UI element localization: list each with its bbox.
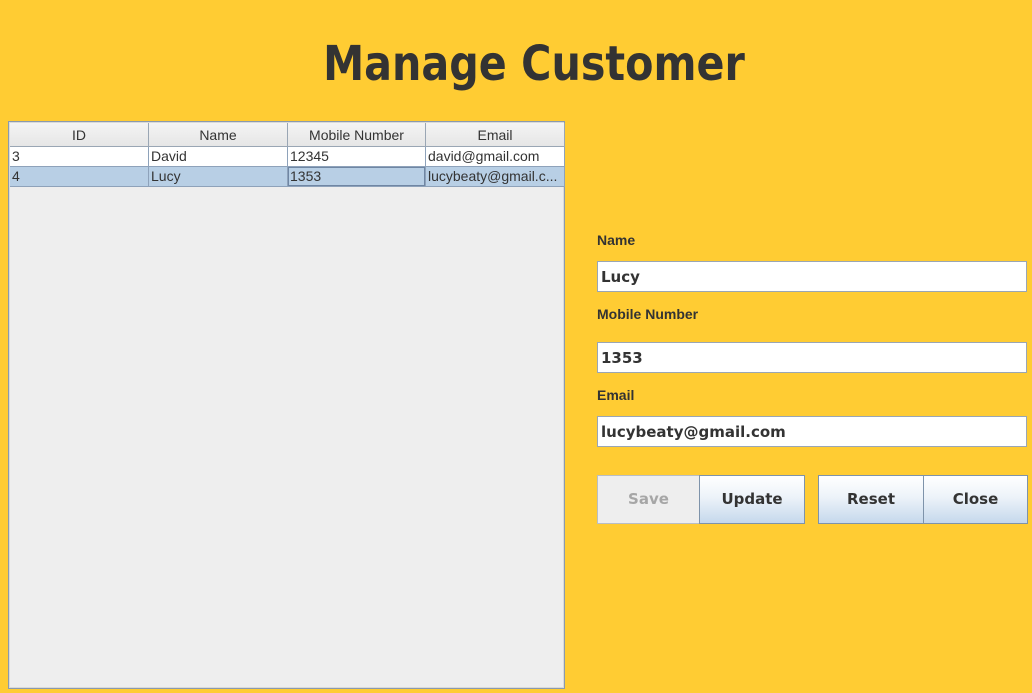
table-header: ID Name Mobile Number Email [10, 123, 565, 147]
email-field[interactable] [597, 416, 1027, 447]
email-label: Email [597, 387, 635, 403]
reset-button[interactable]: Reset [818, 475, 924, 524]
column-header-name[interactable]: Name [149, 123, 288, 147]
cell-email[interactable]: lucybeaty@gmail.c... [426, 167, 565, 187]
table-row-selected[interactable]: 4 Lucy 1353 lucybeaty@gmail.c... [10, 167, 565, 187]
cell-name[interactable]: David [149, 147, 288, 167]
cell-email[interactable]: david@gmail.com [426, 147, 565, 167]
column-header-mobile-number[interactable]: Mobile Number [288, 123, 426, 147]
table-body: 3 David 12345 david@gmail.com 4 Lucy 135… [10, 147, 565, 187]
update-button[interactable]: Update [699, 475, 805, 524]
cell-mobile-number[interactable]: 1353 [288, 167, 426, 187]
mobile-number-label: Mobile Number [597, 306, 699, 322]
column-header-id[interactable]: ID [10, 123, 149, 147]
cell-mobile-number[interactable]: 12345 [288, 147, 426, 167]
table-row[interactable]: 3 David 12345 david@gmail.com [10, 147, 565, 167]
cell-name[interactable]: Lucy [149, 167, 288, 187]
customer-table[interactable]: ID Name Mobile Number Email 3 David 1234… [8, 121, 565, 689]
close-button[interactable]: Close [923, 475, 1028, 524]
name-field[interactable] [597, 261, 1027, 292]
column-header-email[interactable]: Email [426, 123, 565, 147]
cell-id[interactable]: 4 [10, 167, 149, 187]
page-title: Manage Customer [323, 36, 745, 92]
name-label: Name [597, 232, 636, 248]
mobile-number-field[interactable] [597, 342, 1027, 373]
save-button[interactable]: Save [597, 475, 700, 524]
cell-id[interactable]: 3 [10, 147, 149, 167]
